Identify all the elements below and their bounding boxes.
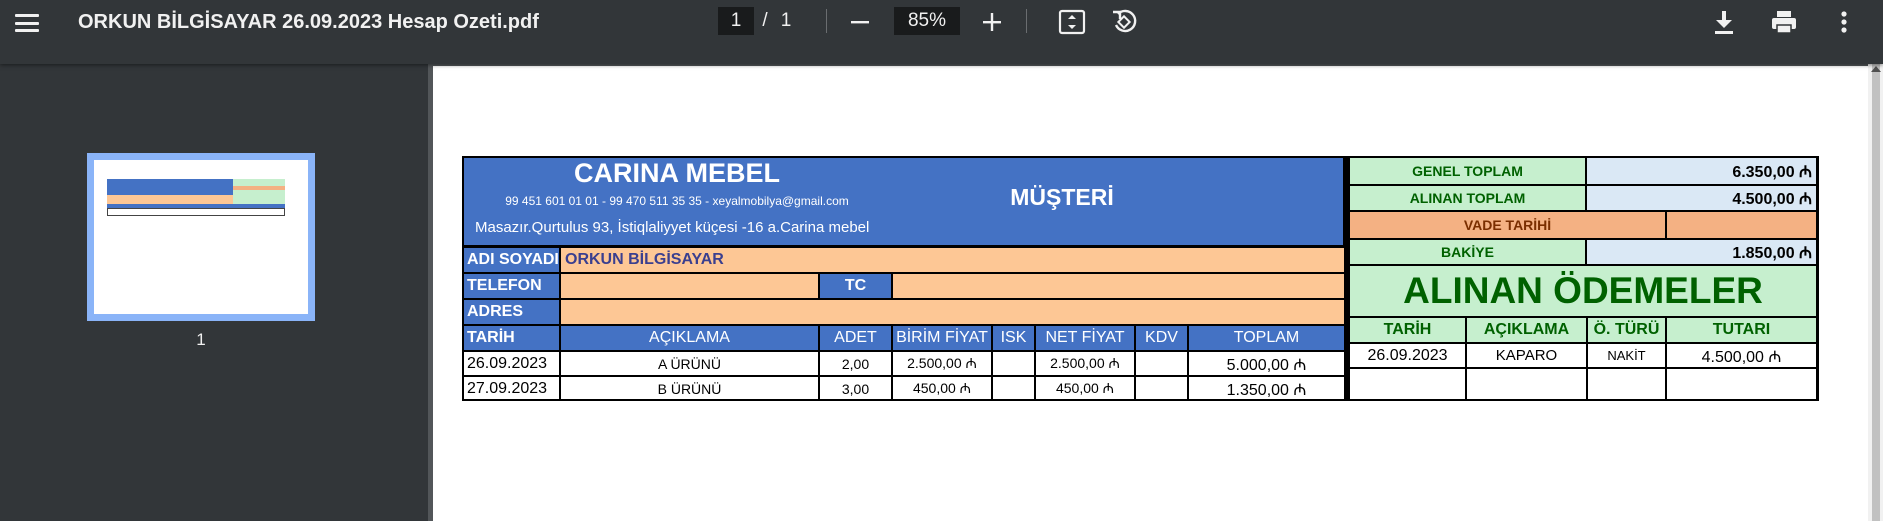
sales-cell-date: 26.09.2023 <box>462 351 560 376</box>
customer-tc <box>892 273 1345 299</box>
page-separator: / <box>762 10 768 31</box>
sales-cell-unit-price: 2.500,00 ₼ <box>892 351 992 376</box>
due-date-value <box>1666 211 1817 239</box>
payment-cell-payment-type <box>1587 368 1666 401</box>
payment-cell-amount: 4.500,00 ₼ <box>1666 343 1817 368</box>
sales-cell-quantity: 2,00 <box>819 351 892 376</box>
company-contact: 99 451 601 01 01 - 99 470 511 35 35 - xe… <box>505 194 849 208</box>
rotate-button[interactable] <box>1106 4 1142 40</box>
payment-cell-description <box>1466 368 1587 401</box>
payment-col-description: AÇIKLAMA <box>1466 317 1587 343</box>
sales-cell-net-price: 2.500,00 ₼ <box>1035 351 1135 376</box>
sales-cell-date: 27.09.2023 <box>462 376 560 401</box>
toolbar-divider <box>826 9 827 33</box>
thumbnail-preview <box>94 160 308 314</box>
sales-col-unit-price: BİRİM FİYAT <box>892 325 992 351</box>
rotate-icon <box>1113 9 1137 33</box>
sales-cell-description: B ÜRÜNÜ <box>560 376 819 401</box>
vertical-scrollbar[interactable] <box>1868 64 1883 521</box>
sales-col-quantity: ADET <box>819 325 892 351</box>
sales-cell-discount <box>992 376 1035 401</box>
payment-cell-description: KAPARO <box>1466 343 1587 368</box>
general-total-label: GENEL TOPLAM <box>1349 156 1586 185</box>
sales-cell-quantity: 3,00 <box>819 376 892 401</box>
customer-header: MÜŞTERİ <box>1010 184 1114 210</box>
menu-button[interactable] <box>10 6 44 40</box>
payment-cell-amount <box>1666 368 1817 401</box>
general-total-value: 6.350,00 ₼ <box>1586 156 1817 185</box>
customer-address <box>560 299 1345 325</box>
toolbar-divider <box>1026 9 1027 33</box>
sales-col-discount: ISK <box>992 325 1035 351</box>
download-button[interactable] <box>1706 4 1742 40</box>
print-icon <box>1772 11 1796 34</box>
more-options-button[interactable] <box>1826 4 1862 40</box>
customer-phone <box>560 273 819 299</box>
payments-title: ALINAN ÖDEMELER <box>1349 265 1817 317</box>
download-icon <box>1715 11 1733 34</box>
zoom-out-icon <box>851 21 869 24</box>
sales-col-vat: KDV <box>1135 325 1188 351</box>
sales-cell-net-price: 450,00 ₼ <box>1035 376 1135 401</box>
pdf-page: CARINA MEBEL 99 451 601 01 01 - 99 470 5… <box>433 66 1868 521</box>
payment-col-payment-type: Ö. TÜRÜ <box>1587 317 1666 343</box>
sales-cell-vat <box>1135 351 1188 376</box>
zoom-out-button[interactable] <box>842 4 878 40</box>
sales-col-total: TOPLAM <box>1188 325 1345 351</box>
zoom-in-icon <box>983 13 1001 31</box>
sales-cell-vat <box>1135 376 1188 401</box>
zoom-in-button[interactable] <box>974 4 1010 40</box>
payment-cell-date <box>1349 368 1466 401</box>
page-number-input[interactable]: 1 <box>718 7 754 35</box>
sales-cell-total: 5.000,00 ₼ <box>1188 351 1345 376</box>
due-date-label: VADE TARİHİ <box>1349 211 1666 239</box>
payment-col-amount: TUTARI <box>1666 317 1817 343</box>
pdf-toolbar: ORKUN BİLGİSAYAR 26.09.2023 Hesap Ozeti.… <box>0 0 1883 64</box>
menu-icon <box>15 14 39 32</box>
label-address: ADRES <box>462 299 560 325</box>
zoom-level-input[interactable]: 85% <box>894 7 960 35</box>
balance-value: 1.850,00 ₼ <box>1586 239 1817 265</box>
more-icon <box>1841 11 1847 33</box>
sales-col-date: TARİH <box>462 325 560 351</box>
document-title: ORKUN BİLGİSAYAR 26.09.2023 Hesap Ozeti.… <box>78 10 539 33</box>
scrollbar-thumb[interactable] <box>1872 64 1880 521</box>
payment-col-date: TARİH <box>1349 317 1466 343</box>
balance-label: BAKİYE <box>1349 239 1586 265</box>
thumbnail-page-number: 1 <box>196 330 206 349</box>
payment-cell-payment-type: NAKİT <box>1587 343 1666 368</box>
fit-page-button[interactable] <box>1054 4 1090 40</box>
label-phone: TELEFON <box>462 273 560 299</box>
label-name: ADI SOYADI <box>462 247 560 273</box>
received-total-label: ALINAN TOPLAM <box>1349 185 1586 211</box>
label-tc: TC <box>819 273 892 299</box>
company-name: CARINA MEBEL <box>574 158 780 188</box>
payment-cell-date: 26.09.2023 <box>1349 343 1466 368</box>
company-address: Masazır.Qurtulus 93, İstiqlaliyyet küçes… <box>475 219 870 236</box>
customer-name: ORKUN BİLGİSAYAR <box>560 247 1345 273</box>
sales-col-net-price: NET FİYAT <box>1035 325 1135 351</box>
sales-cell-total: 1.350,00 ₼ <box>1188 376 1345 401</box>
page-thumbnail[interactable] <box>87 153 315 321</box>
sales-cell-unit-price: 450,00 ₼ <box>892 376 992 401</box>
print-button[interactable] <box>1766 4 1802 40</box>
sales-cell-description: A ÜRÜNÜ <box>560 351 819 376</box>
sales-col-description: AÇIKLAMA <box>560 325 819 351</box>
received-total-value: 4.500,00 ₼ <box>1586 185 1817 211</box>
sales-cell-discount <box>992 351 1035 376</box>
thumbnail-sidebar: 1 <box>0 64 428 521</box>
fit-page-icon <box>1058 9 1086 35</box>
scroll-up-arrow-icon[interactable] <box>1871 66 1881 72</box>
page-total: 1 <box>780 10 792 31</box>
